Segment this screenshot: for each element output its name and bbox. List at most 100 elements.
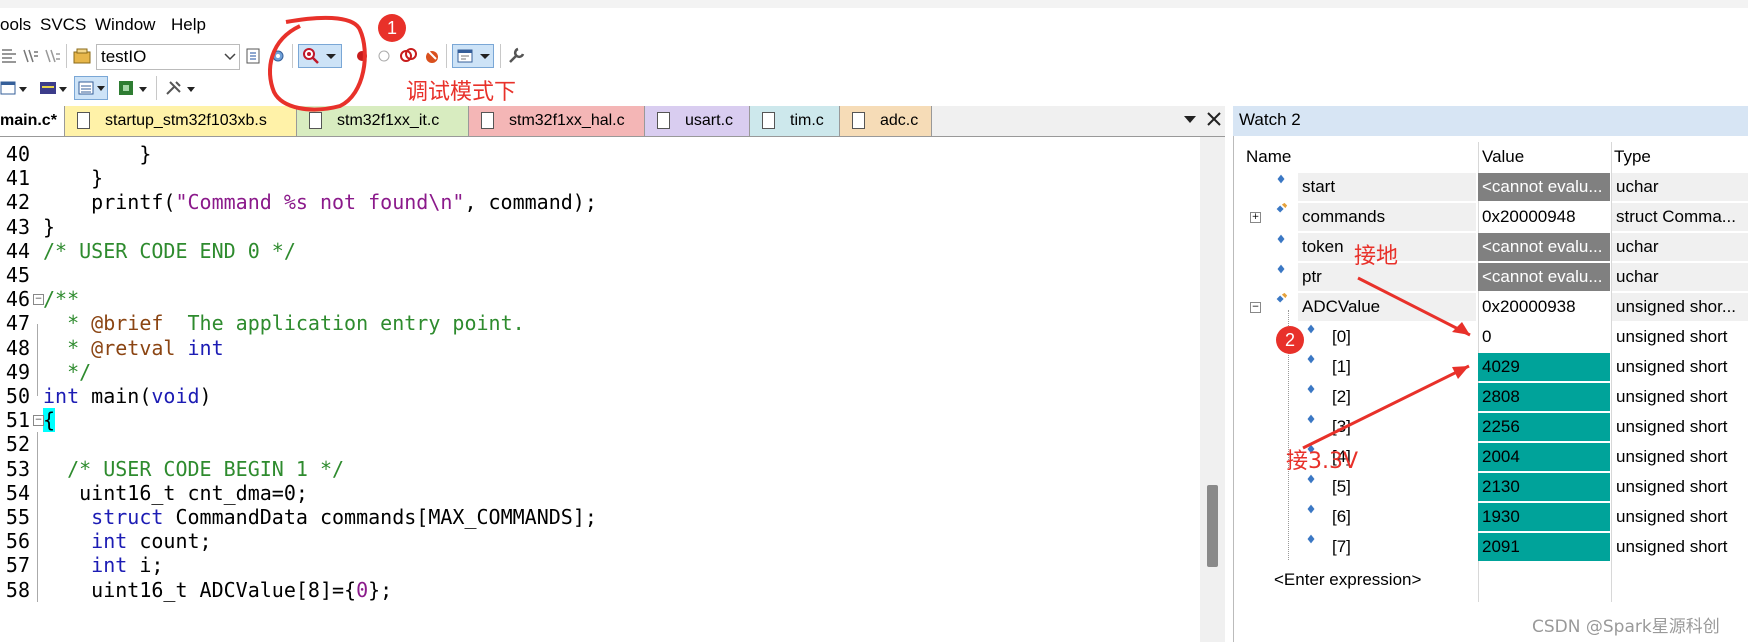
menu-window[interactable]: Window — [95, 15, 155, 35]
watch-row[interactable]: [5] 2130 unsigned short — [1240, 472, 1748, 502]
tab-stm32f1xx-hal-c[interactable]: stm32f1xx_hal.c — [469, 106, 645, 136]
manage-components-icon[interactable] — [268, 46, 288, 66]
watch-value[interactable]: 2091 — [1478, 533, 1610, 561]
code-line[interactable]: uint16_t ADCValue[8]={0}; — [43, 578, 392, 602]
target-select[interactable]: testIO — [96, 44, 240, 70]
annotation-3v3: 接3.3V — [1286, 449, 1359, 474]
watch-value[interactable]: 2004 — [1478, 443, 1610, 471]
options-icon[interactable] — [244, 46, 264, 66]
enter-expression-placeholder[interactable]: <Enter expression> — [1270, 565, 1490, 594]
watch-row[interactable]: [3] 2256 unsigned short — [1240, 412, 1748, 442]
code-line[interactable]: int count; — [43, 529, 211, 553]
code-line[interactable]: uint16_t cnt_dma=0; — [43, 481, 308, 505]
code-line[interactable]: * @brief The application entry point. — [43, 311, 525, 335]
code-line[interactable]: } — [43, 215, 55, 239]
watch-name: commands — [1302, 207, 1386, 226]
menu-tools[interactable]: ools — [0, 15, 31, 35]
tab-startup-stm32f103xb-s[interactable]: startup_stm32f103xb.s — [65, 106, 297, 136]
collapse-icon[interactable]: − — [1250, 302, 1261, 313]
watch-value[interactable]: <cannot evalu... — [1478, 263, 1610, 291]
watch-enter-expression-row[interactable]: <Enter expression> — [1240, 565, 1748, 595]
comment-icon[interactable] — [20, 46, 40, 66]
watch-window-button[interactable] — [74, 76, 108, 100]
fold-toggle-icon[interactable]: − — [33, 415, 44, 427]
watch-value[interactable]: 0 — [1478, 323, 1610, 351]
tab-usart-c[interactable]: usart.c — [645, 106, 750, 136]
watch-row[interactable]: start <cannot evalu... uchar — [1240, 172, 1748, 202]
menu-svcs[interactable]: SVCS — [40, 15, 86, 35]
watch-value[interactable]: <cannot evalu... — [1478, 173, 1610, 201]
variable-icon — [1277, 264, 1285, 274]
tab-label: tim.c — [790, 112, 824, 129]
watch-row[interactable]: [6] 1930 unsigned short — [1240, 502, 1748, 532]
watch-value[interactable]: 2808 — [1478, 383, 1610, 411]
line-number: 53 — [5, 456, 30, 481]
watch-type: uchar — [1612, 263, 1748, 291]
watch-row[interactable]: + commands 0x20000948 struct Comma... — [1240, 202, 1748, 232]
configure-icon[interactable] — [506, 46, 526, 66]
code-line[interactable]: { — [43, 408, 56, 433]
line-number: 40 — [5, 142, 30, 166]
command-window-icon[interactable] — [0, 78, 20, 98]
toolbox-icon[interactable] — [164, 78, 184, 98]
watch-row[interactable]: − ADCValue 0x20000938 unsigned shor... — [1240, 292, 1748, 322]
window-layout-button[interactable] — [452, 44, 494, 68]
uncomment-icon[interactable] — [42, 46, 62, 66]
breakpoint-icon[interactable] — [352, 46, 372, 66]
watch-value[interactable]: 1930 — [1478, 503, 1610, 531]
tab-tim-c[interactable]: tim.c — [750, 106, 840, 136]
chevron-down-icon[interactable] — [186, 86, 196, 94]
watch-value[interactable]: 0x20000948 — [1478, 203, 1610, 231]
watch-value[interactable]: 4029 — [1478, 353, 1610, 381]
kill-all-breakpoints-icon[interactable] — [422, 46, 442, 66]
disabled-breakpoint-icon[interactable] — [374, 46, 394, 66]
tab-main-c[interactable]: main.c* — [0, 106, 65, 136]
line-number: 58 — [5, 577, 30, 602]
watch-value[interactable]: 2130 — [1478, 473, 1610, 501]
code-line[interactable]: /* USER CODE BEGIN 1 */ — [43, 457, 344, 481]
close-icon[interactable] — [1206, 111, 1222, 127]
watch-header-name[interactable]: Name — [1242, 142, 1472, 171]
chevron-down-icon[interactable] — [138, 86, 148, 94]
memory-window-icon[interactable] — [38, 78, 58, 98]
chevron-down-icon[interactable] — [58, 86, 68, 94]
watch-value[interactable]: <cannot evalu... — [1478, 233, 1610, 261]
debug-session-button[interactable] — [298, 44, 342, 68]
watch-row[interactable]: token <cannot evalu... uchar — [1240, 232, 1748, 262]
editor-scroll-thumb[interactable] — [1207, 485, 1218, 567]
tab-adc-c[interactable]: adc.c — [840, 106, 932, 136]
watch-type: struct Comma... — [1612, 203, 1748, 231]
tab-stm32f1xx-it-c[interactable]: stm32f1xx_it.c — [297, 106, 469, 136]
variable-icon — [1307, 384, 1315, 394]
watch-row[interactable]: [0] 0 unsigned short — [1240, 322, 1748, 352]
watch-row[interactable]: [2] 2808 unsigned short — [1240, 382, 1748, 412]
watch-row[interactable]: [7] 2091 unsigned short — [1240, 532, 1748, 562]
chevron-down-icon[interactable] — [18, 86, 28, 94]
code-line[interactable]: struct CommandData commands[MAX_COMMANDS… — [43, 505, 597, 529]
code-line[interactable]: */ — [43, 360, 91, 384]
code-line[interactable]: int main(void) — [43, 384, 212, 408]
expand-icon[interactable]: + — [1250, 212, 1261, 223]
code-line[interactable]: } — [43, 166, 103, 190]
menu-help[interactable]: Help — [171, 15, 206, 35]
watch-type: unsigned shor... — [1612, 293, 1748, 321]
watch-value[interactable]: 0x20000938 — [1478, 293, 1610, 321]
debug-magnifier-icon — [303, 48, 319, 64]
watch-icon — [78, 81, 94, 95]
code-line[interactable]: printf("Command %s not found\n", command… — [43, 190, 597, 214]
watch-row[interactable]: [1] 4029 unsigned short — [1240, 352, 1748, 382]
watch-value[interactable]: 2256 — [1478, 413, 1610, 441]
code-line[interactable]: * @retval int — [43, 336, 224, 360]
fold-toggle-icon[interactable]: − — [33, 294, 44, 306]
peripherals-icon[interactable] — [116, 78, 136, 98]
code-line[interactable]: } — [43, 142, 151, 166]
tab-list-dropdown-icon[interactable] — [1183, 114, 1197, 126]
code-line[interactable]: /* USER CODE END 0 */ — [43, 239, 296, 263]
watch-header-value[interactable]: Value — [1478, 142, 1618, 171]
code-line[interactable]: /** — [43, 287, 79, 311]
watch-header-type[interactable]: Type — [1610, 142, 1748, 171]
code-line[interactable]: int i; — [43, 553, 163, 577]
disable-all-breakpoints-icon[interactable] — [398, 46, 418, 66]
indent-icon[interactable] — [0, 46, 20, 66]
watch-row[interactable]: ptr <cannot evalu... uchar — [1240, 262, 1748, 292]
